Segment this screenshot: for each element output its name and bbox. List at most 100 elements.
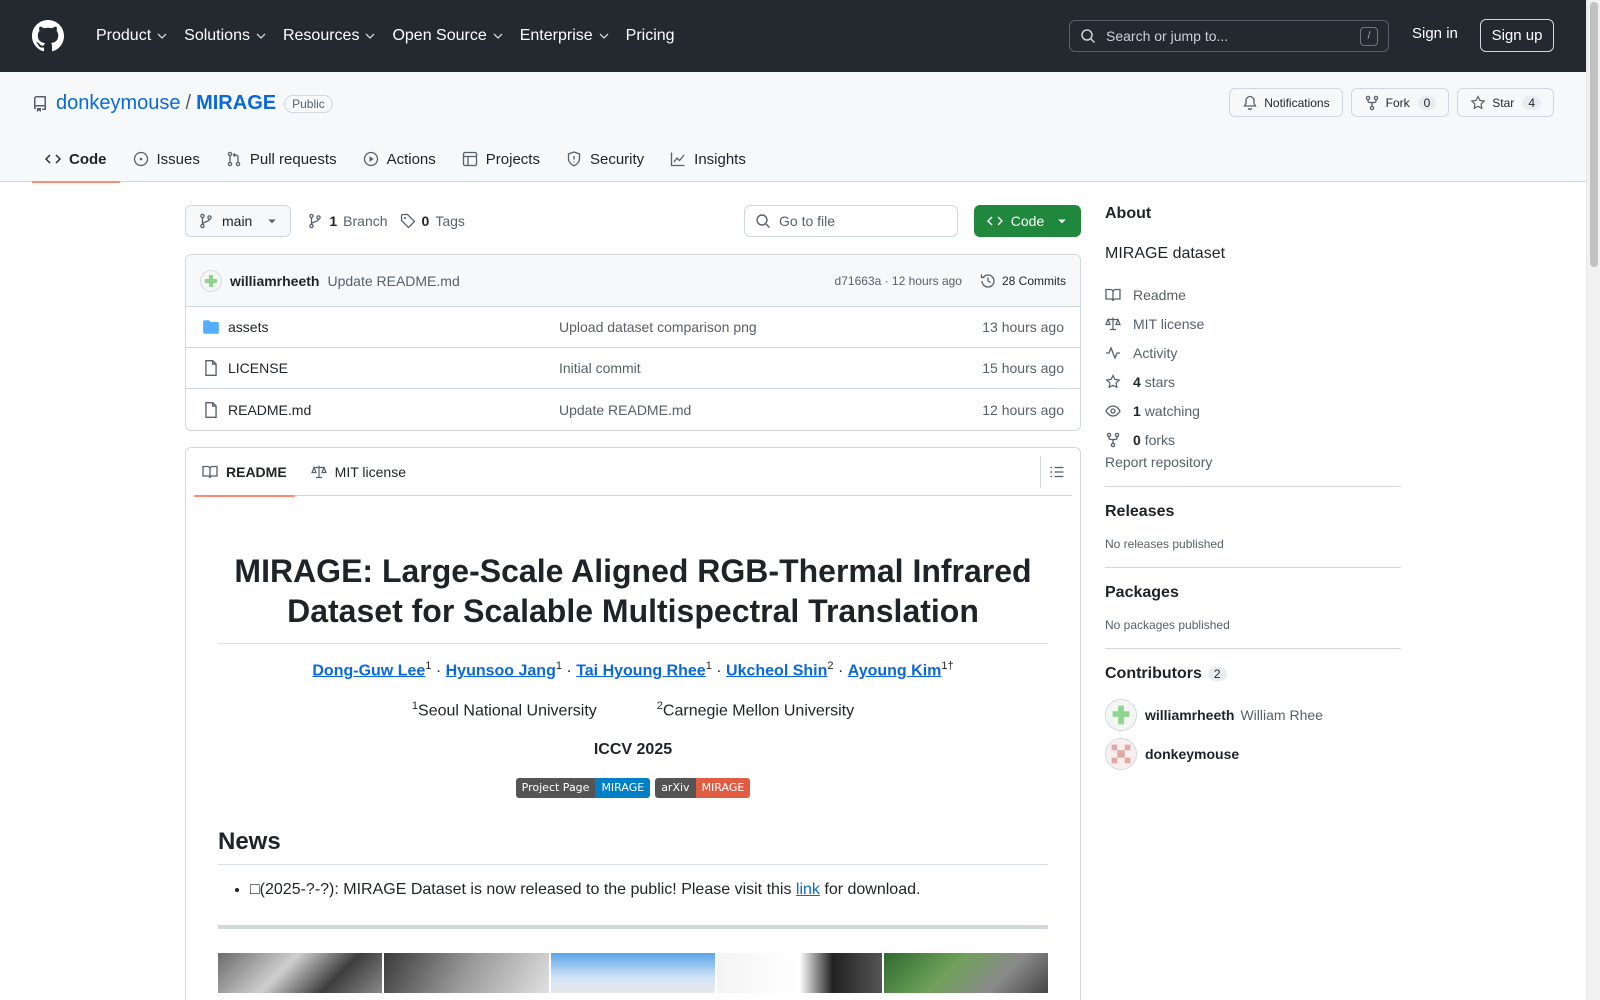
author-link[interactable]: Tai Hyoung Rhee — [576, 662, 706, 679]
page-scrollbar[interactable] — [1586, 0, 1600, 1000]
global-header: Product Solutions Resources Open Source … — [0, 0, 1586, 72]
readme-link-label: Readme — [1133, 286, 1186, 303]
scrollbar-thumb[interactable] — [1590, 2, 1598, 267]
file-commit-link[interactable]: Initial commit — [559, 360, 982, 376]
outline-button[interactable] — [1040, 456, 1072, 488]
news-heading: News — [218, 828, 1048, 865]
file-row[interactable]: README.md Update README.md 12 hours ago — [186, 389, 1080, 430]
search-placeholder: Search or jump to... — [1106, 28, 1229, 44]
nav-resources[interactable]: Resources — [275, 20, 384, 52]
tab-issues[interactable]: Issues — [120, 136, 213, 182]
tags-link[interactable]: 0 Tags — [400, 213, 465, 229]
nav-solutions[interactable]: Solutions — [176, 20, 275, 52]
activity-link[interactable]: Activity — [1105, 338, 1401, 367]
file-name-link[interactable]: assets — [228, 319, 559, 335]
global-search-input[interactable]: Search or jump to... / — [1069, 20, 1389, 52]
file-row[interactable]: assets Upload dataset comparison png 13 … — [186, 307, 1080, 348]
license-link[interactable]: MIT license — [1105, 309, 1401, 338]
tab-security[interactable]: Security — [553, 136, 657, 182]
avatar[interactable] — [200, 269, 222, 292]
license-tab[interactable]: MIT license — [303, 448, 414, 496]
contributors-heading[interactable]: Contributors 2 — [1105, 665, 1401, 683]
nav-label: Enterprise — [519, 27, 593, 44]
file-browser: williamrheeth Update README.md d71663a ·… — [185, 254, 1081, 431]
nav-label: Product — [96, 27, 152, 44]
readme-tab[interactable]: README — [194, 448, 295, 497]
star-button[interactable]: Star 4 — [1457, 88, 1554, 117]
tab-label: Security — [589, 150, 645, 168]
avatar[interactable] — [1105, 738, 1137, 770]
report-repository-link[interactable]: Report repository — [1105, 454, 1212, 470]
releases-heading[interactable]: Releases — [1105, 503, 1401, 521]
tab-projects[interactable]: Projects — [449, 136, 553, 182]
commit-author-link[interactable]: williamrheeth — [230, 273, 319, 289]
packages-heading[interactable]: Packages — [1105, 584, 1401, 602]
branches-link[interactable]: 1 Branch — [307, 213, 388, 229]
file-name-link[interactable]: LICENSE — [228, 360, 559, 376]
file-icon — [205, 360, 217, 376]
nav-pricing[interactable]: Pricing — [618, 20, 683, 52]
shield-icon — [567, 151, 581, 167]
tab-code[interactable]: Code — [32, 136, 120, 183]
sign-up-button[interactable]: Sign up — [1480, 19, 1554, 52]
branch-selector[interactable]: main — [185, 205, 292, 237]
nav-enterprise[interactable]: Enterprise — [512, 20, 618, 52]
list-unordered-icon — [1049, 466, 1063, 478]
github-logo-icon[interactable] — [32, 20, 64, 52]
file-name-link[interactable]: README.md — [228, 402, 559, 418]
repo-owner-link[interactable]: donkeymouse — [56, 92, 181, 115]
download-link[interactable]: link — [796, 881, 820, 898]
author-link[interactable]: Hyunsoo Jang — [446, 662, 556, 679]
nav-product[interactable]: Product — [88, 20, 176, 52]
table-icon — [462, 151, 477, 167]
file-commit-link[interactable]: Update README.md — [559, 402, 982, 418]
commit-sha-time[interactable]: d71663a · 12 hours ago — [835, 274, 962, 288]
notifications-button[interactable]: Notifications — [1229, 88, 1343, 117]
star-icon — [1105, 373, 1121, 388]
license-link-label: MIT license — [1133, 315, 1205, 332]
fork-button[interactable]: Fork 0 — [1350, 88, 1450, 117]
commit-message-link[interactable]: Update README.md — [327, 273, 459, 289]
branch-label: Branch — [343, 213, 388, 229]
tab-insights[interactable]: Insights — [657, 136, 759, 182]
contributor-login[interactable]: williamrheeth — [1145, 707, 1234, 723]
repo-description: MIRAGE dataset — [1105, 245, 1226, 262]
commits-history-link[interactable]: 28 Commits — [980, 273, 1066, 289]
repo-header: donkeymouse / MIRAGE Public Notification… — [0, 72, 1586, 183]
tab-actions[interactable]: Actions — [350, 136, 449, 182]
contributor-item[interactable]: donkeymouse — [1105, 738, 1401, 770]
star-icon — [1470, 94, 1486, 109]
arxiv-badge[interactable]: arXiv MIRAGE — [655, 777, 751, 798]
nav-label: Solutions — [184, 27, 250, 44]
nav-open-source[interactable]: Open Source — [384, 20, 511, 52]
avatar[interactable] — [1105, 699, 1137, 731]
stars-count: 4 — [1133, 373, 1141, 390]
sign-in-link[interactable]: Sign in — [1412, 25, 1458, 42]
readme-tabs: README MIT license — [194, 448, 1072, 497]
repo-name-link[interactable]: MIRAGE — [196, 92, 276, 115]
search-icon — [756, 214, 770, 228]
affiliations: 1Seoul National University 2Carnegie Mell… — [218, 700, 1048, 720]
author-link[interactable]: Dong-Guw Lee — [312, 662, 425, 679]
sidebar-divider — [1105, 486, 1401, 487]
code-icon — [986, 216, 1003, 226]
code-download-button[interactable]: Code — [974, 205, 1081, 237]
file-row[interactable]: LICENSE Initial commit 15 hours ago — [186, 348, 1080, 389]
stars-link[interactable]: 4 stars — [1105, 367, 1401, 396]
go-to-file-input[interactable]: Go to file — [744, 205, 958, 237]
author-link[interactable]: Ayoung Kim — [848, 662, 942, 679]
forks-link[interactable]: 0 forks — [1105, 425, 1401, 454]
readme-link[interactable]: Readme — [1105, 280, 1401, 309]
branch-count: 1 — [329, 213, 338, 229]
file-commit-link[interactable]: Upload dataset comparison png — [559, 319, 982, 335]
fork-icon — [1365, 95, 1378, 110]
forks-count: 0 — [1133, 431, 1141, 448]
contributor-login[interactable]: donkeymouse — [1145, 746, 1239, 762]
watchers-link[interactable]: 1 watching — [1105, 396, 1401, 425]
bell-icon — [1243, 95, 1257, 110]
preview-image — [717, 952, 882, 993]
project-page-badge[interactable]: Project Page MIRAGE — [515, 777, 651, 798]
contributor-item[interactable]: williamrheeth William Rhee — [1105, 699, 1401, 731]
tab-pull-requests[interactable]: Pull requests — [213, 136, 350, 182]
author-link[interactable]: Ukcheol Shin — [726, 662, 827, 679]
